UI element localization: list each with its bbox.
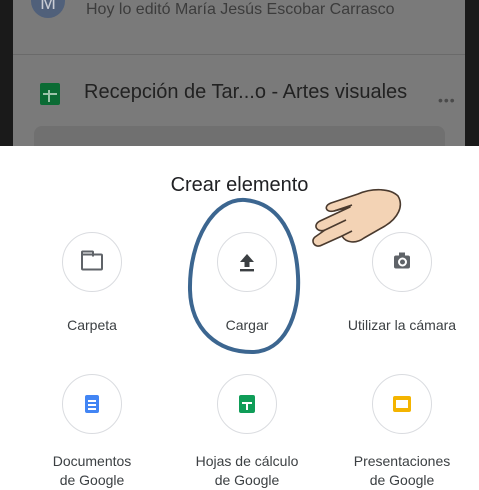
google-sheets-label: Hojas de cálculo de Google: [195, 453, 299, 488]
google-slides-icon: [393, 396, 411, 412]
upload-label: Cargar: [225, 317, 269, 333]
left-edge-bar: [0, 0, 13, 146]
list-divider: [13, 54, 465, 55]
camera-button[interactable]: [372, 232, 432, 292]
upload-icon: [240, 254, 254, 272]
google-docs-button[interactable]: [62, 374, 122, 434]
google-slides-option[interactable]: Presentaciones de Google: [322, 374, 479, 490]
folder-label: Carpeta: [67, 317, 117, 333]
right-edge-bar: [465, 0, 479, 146]
avatar: M: [31, 0, 65, 18]
create-item-sheet: Crear elemento Carpeta Cargar Utilizar l…: [0, 146, 479, 488]
camera-label: Utilizar la cámara: [347, 317, 457, 333]
sheet-title: Crear elemento: [170, 174, 309, 196]
google-slides-button[interactable]: [372, 374, 432, 434]
google-sheets-icon: [239, 395, 255, 413]
file-title[interactable]: Recepción de Tar...o - Artes visuales: [84, 81, 407, 104]
last-edited-text: Hoy lo editó María Jesús Escobar Carrasc…: [86, 1, 395, 18]
camera-option[interactable]: Utilizar la cámara: [322, 232, 479, 335]
create-folder-option[interactable]: Carpeta: [12, 232, 172, 335]
google-sheets-button[interactable]: [217, 374, 277, 434]
google-slides-label: Presentaciones de Google: [353, 453, 451, 488]
upload-button[interactable]: [217, 232, 277, 292]
background-file-list: M Hoy lo editó María Jesús Escobar Carra…: [0, 0, 479, 146]
google-sheets-option[interactable]: Hojas de cálculo de Google: [167, 374, 327, 490]
google-docs-option[interactable]: Documentos de Google: [12, 374, 172, 490]
camera-icon: [394, 252, 410, 269]
folder-icon: [81, 250, 103, 271]
google-docs-icon: [85, 395, 99, 413]
folder-button[interactable]: [62, 232, 122, 292]
file-card: [34, 126, 445, 146]
google-docs-label: Documentos de Google: [52, 453, 132, 488]
google-sheets-file-icon: [40, 83, 60, 105]
more-horizontal-icon[interactable]: •••: [438, 92, 456, 108]
upload-option[interactable]: Cargar: [167, 232, 327, 335]
